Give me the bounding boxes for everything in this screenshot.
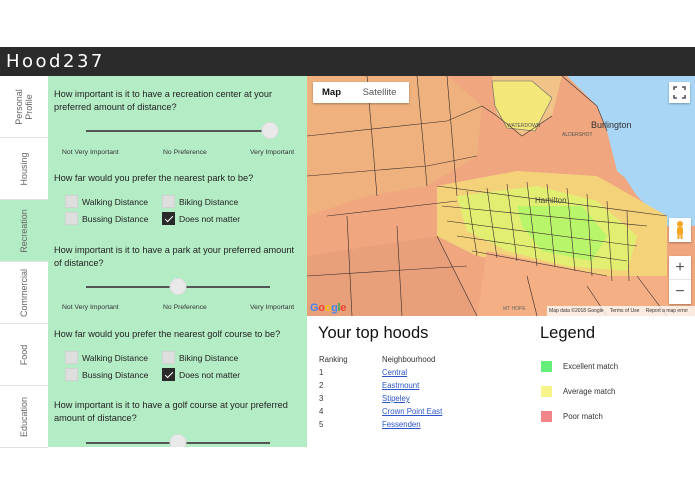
legend-section: Legend Excellent match Average match Poo…: [540, 324, 619, 422]
legend-swatch: [541, 411, 552, 422]
checkbox[interactable]: [65, 368, 78, 381]
map-view-button[interactable]: Map: [313, 82, 350, 103]
tab-label: Commercial: [19, 268, 29, 317]
tab-label: Housing: [19, 151, 29, 186]
tab-label: Recreation: [19, 208, 29, 253]
tab-recreation[interactable]: Recreation: [0, 200, 48, 262]
rank-cell: 3: [319, 394, 324, 403]
question-golf-distance: How far would you prefer the nearest gol…: [54, 329, 281, 339]
zoom-control: + −: [669, 256, 691, 304]
scale-left: Not Very Important: [62, 304, 119, 311]
map-label-burlington: Burlington: [591, 120, 632, 130]
report-error-link[interactable]: Report a map error: [646, 308, 688, 314]
scale-mid: No Preference: [163, 304, 207, 311]
tab-housing[interactable]: Housing: [0, 138, 48, 200]
question-rec-center: How important is it to have a recreation…: [54, 89, 273, 112]
map-type-control: Map Satellite: [313, 82, 409, 103]
app-title: Hood237: [6, 51, 105, 72]
scale-right: Very Important: [250, 304, 295, 311]
question-park-distance: How far would you prefer the nearest par…: [54, 173, 254, 183]
neighbourhood-link[interactable]: Crown Point East: [382, 407, 442, 416]
question-park-importance: How important is it to have a park at yo…: [54, 245, 295, 268]
top-hoods-section: Your top hoods Ranking Neighbourhood 1 C…: [318, 324, 518, 444]
checkbox[interactable]: [162, 195, 175, 208]
app-header: Hood237: [0, 47, 695, 76]
fullscreen-icon: [673, 86, 686, 99]
map-label-hamilton: Hamilton: [535, 196, 567, 205]
slider-track: [86, 130, 270, 132]
map-label-waterdown: WATERDOWN: [507, 123, 541, 129]
scale-right: Very Important: [250, 149, 295, 156]
slider-thumb[interactable]: [261, 122, 279, 139]
slider-thumb[interactable]: [169, 278, 187, 295]
neighbourhood-link[interactable]: Stipeley: [382, 394, 410, 403]
top-hoods-title: Your top hoods: [318, 324, 429, 342]
tab-label: Education: [19, 396, 29, 437]
rec-center-slider[interactable]: [86, 121, 279, 141]
neighbourhood-link[interactable]: Fessenden: [382, 420, 421, 429]
app-root: Hood237 Personal Profile Housing Recreat…: [0, 0, 695, 494]
tab-label: Food: [19, 344, 29, 365]
tab-personal-profile[interactable]: Personal Profile: [0, 76, 48, 138]
checkbox[interactable]: [162, 351, 175, 364]
map-label-aldershot: ALDERSHOT: [562, 132, 593, 138]
pegman-icon: [677, 221, 683, 239]
map-canvas[interactable]: [307, 76, 695, 316]
tab-education[interactable]: Education: [0, 386, 48, 448]
question-golf-importance: How important is it to have a golf cours…: [54, 400, 288, 423]
zoom-in-button[interactable]: +: [669, 256, 691, 280]
importance-scale: Not Very Important No Preference Very Im…: [48, 304, 307, 314]
terms-link[interactable]: Terms of Use: [610, 308, 639, 314]
google-logo: Google: [310, 302, 347, 314]
legend-swatch: [541, 386, 552, 397]
tab-commercial[interactable]: Commercial: [0, 262, 48, 324]
checkbox-checked[interactable]: [162, 212, 175, 225]
ranking-header: Ranking: [319, 355, 348, 364]
legend-swatch: [541, 361, 552, 372]
importance-scale: Not Very Important No Preference Very Im…: [48, 149, 307, 159]
zoom-out-button[interactable]: −: [669, 280, 691, 304]
rank-cell: 1: [319, 368, 324, 377]
map-label-mt-hope: MT HOPE: [503, 306, 526, 312]
legend-title: Legend: [540, 324, 596, 342]
neighbourhood-header: Neighbourhood: [382, 355, 436, 364]
rank-cell: 5: [319, 420, 324, 429]
street-view-button[interactable]: [669, 218, 691, 242]
map-data-text: Map data ©2018 Google: [549, 308, 604, 314]
checkbox[interactable]: [65, 351, 78, 364]
fullscreen-button[interactable]: [669, 82, 690, 103]
checkbox-checked[interactable]: [162, 368, 175, 381]
checkbox[interactable]: [65, 212, 78, 225]
rank-cell: 2: [319, 381, 324, 390]
neighbourhood-link[interactable]: Central: [382, 368, 407, 377]
side-tabs: Personal Profile Housing Recreation Comm…: [0, 76, 48, 448]
neighbourhood-map[interactable]: Burlington Hamilton WATERDOWN ALDERSHOT …: [307, 76, 695, 316]
checkbox[interactable]: [65, 195, 78, 208]
satellite-view-button[interactable]: Satellite: [350, 82, 409, 103]
tab-food[interactable]: Food: [0, 324, 48, 386]
scale-left: Not Very Important: [62, 149, 119, 156]
slider-thumb[interactable]: [169, 434, 187, 447]
golf-slider[interactable]: [86, 433, 270, 447]
tab-label: Personal Profile: [14, 88, 34, 125]
scale-mid: No Preference: [163, 149, 207, 156]
park-slider[interactable]: [86, 277, 270, 297]
map-attribution: Map data ©2018 Google Terms of Use Repor…: [547, 306, 695, 316]
recreation-panel: How important is it to have a recreation…: [48, 76, 307, 447]
neighbourhood-link[interactable]: Eastmount: [382, 381, 419, 390]
rank-cell: 4: [319, 407, 324, 416]
